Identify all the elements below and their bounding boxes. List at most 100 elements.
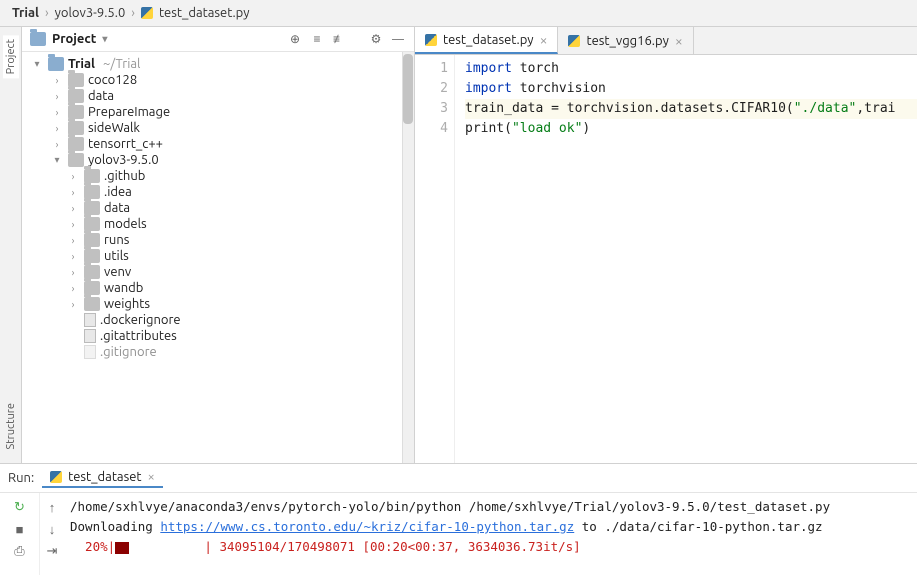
run-title: Run: xyxy=(8,471,34,485)
tree-item[interactable]: › utils xyxy=(22,248,414,264)
output-link[interactable]: https://www.cs.toronto.edu/~kriz/cifar-1… xyxy=(160,519,574,534)
tree-label: models xyxy=(104,217,147,231)
file-icon xyxy=(84,313,96,327)
run-tools: ↻ ■ ⎙ xyxy=(0,493,40,575)
run-output[interactable]: /home/sxhlvye/anaconda3/envs/pytorch-yol… xyxy=(64,493,917,575)
close-icon[interactable]: × xyxy=(675,33,683,49)
down-icon[interactable]: ↓ xyxy=(44,521,60,537)
run-tab[interactable]: test_dataset × xyxy=(42,468,163,488)
arrow-right-icon: › xyxy=(66,251,80,262)
code-editor[interactable]: 1 2 3 4 import torch import torchvision … xyxy=(415,55,917,463)
file-icon xyxy=(84,345,96,359)
tree-item[interactable]: ›wandb xyxy=(22,280,414,296)
tree-label: coco128 xyxy=(88,73,137,87)
arrow-right-icon: › xyxy=(50,91,64,102)
tree-item-expanded[interactable]: ▾yolov3-9.5.0 xyxy=(22,152,414,168)
tree-item[interactable]: › coco128 xyxy=(22,72,414,88)
folder-icon xyxy=(84,169,100,183)
arrow-right-icon: › xyxy=(66,219,80,230)
tree-file[interactable]: .gitattributes xyxy=(22,328,414,344)
tree-label: sideWalk xyxy=(88,121,140,135)
locate-icon[interactable]: ⊕ xyxy=(287,31,303,47)
stop-icon[interactable]: ■ xyxy=(12,521,28,537)
gear-icon[interactable]: ⚙ xyxy=(368,31,384,47)
tree-item[interactable]: › models xyxy=(22,216,414,232)
code-lines[interactable]: import torch import torchvision train_da… xyxy=(455,55,917,463)
tree-item[interactable]: ›sideWalk xyxy=(22,120,414,136)
tree-item[interactable]: › weights xyxy=(22,296,414,312)
crumb-file[interactable]: test_dataset.py xyxy=(159,6,250,20)
arrow-right-icon: › xyxy=(66,283,80,294)
hide-icon[interactable]: — xyxy=(390,31,406,47)
tree-root-path: ~/Trial xyxy=(103,57,140,71)
tree-item[interactable]: › .github xyxy=(22,168,414,184)
code-token: train_data = torchvision.datasets.CIFAR1… xyxy=(465,101,794,116)
folder-icon xyxy=(84,217,100,231)
softwrap-icon[interactable]: ⇥ xyxy=(44,543,60,559)
progress-bar xyxy=(115,542,129,554)
folder-icon xyxy=(48,57,64,71)
close-icon[interactable]: × xyxy=(148,470,155,484)
collapse-icon[interactable]: ≢ xyxy=(331,31,347,47)
arrow-right-icon: › xyxy=(50,107,64,118)
run-tabbar: Run: test_dataset × xyxy=(0,464,917,493)
tree-item[interactable]: ›tensorrt_c++ xyxy=(22,136,414,152)
rail-project-button[interactable]: Project xyxy=(3,35,19,78)
up-icon[interactable]: ↑ xyxy=(44,499,60,515)
chevron-down-icon: ▾ xyxy=(102,33,107,45)
tree-item[interactable]: ›data xyxy=(22,88,414,104)
tree-scrollbar[interactable] xyxy=(402,52,414,463)
breadcrumb: Trial › yolov3-9.5.0 › test_dataset.py xyxy=(0,0,917,27)
tree-item[interactable]: ›PrepareImage xyxy=(22,104,414,120)
rerun-icon[interactable]: ↻ xyxy=(12,499,28,515)
tree-label: .github xyxy=(104,169,145,183)
print-icon[interactable]: ⎙ xyxy=(12,543,28,559)
tree-item[interactable]: ›venv xyxy=(22,264,414,280)
tree-label: utils xyxy=(104,249,129,263)
run-tools-2: ↑ ↓ ⇥ xyxy=(40,493,64,575)
tree-label: data xyxy=(104,201,130,215)
crumb-mid[interactable]: yolov3-9.5.0 xyxy=(55,6,126,20)
crumb-sep-icon: › xyxy=(131,6,135,20)
folder-icon xyxy=(68,105,84,119)
editor-tabs: test_dataset.py × test_vgg16.py × xyxy=(415,27,917,55)
tree-label: .idea xyxy=(104,185,132,199)
project-title[interactable]: Project ▾ xyxy=(30,32,287,46)
tab-test-vgg16[interactable]: test_vgg16.py × xyxy=(558,27,693,54)
folder-icon xyxy=(84,249,100,263)
arrow-right-icon: › xyxy=(66,187,80,198)
line-number: 1 xyxy=(415,59,448,79)
crumb-root[interactable]: Trial xyxy=(12,6,39,20)
code-token: torchvision xyxy=(512,81,606,96)
tab-label: test_vgg16.py xyxy=(586,34,668,48)
tab-test-dataset[interactable]: test_dataset.py × xyxy=(415,27,558,54)
output-text: | xyxy=(129,539,219,554)
tree-file[interactable]: .gitignore xyxy=(22,344,414,360)
expand-icon[interactable]: ≡ xyxy=(309,31,325,47)
gutter: 1 2 3 4 xyxy=(415,55,455,463)
project-panel: Project ▾ ⊕ ≡ ≢ ⚙ — ▾ Trial ~/Trial › coc… xyxy=(22,27,415,463)
output-line: /home/sxhlvye/anaconda3/envs/pytorch-yol… xyxy=(70,497,911,517)
code-token: ) xyxy=(582,121,590,136)
tree-root[interactable]: ▾ Trial ~/Trial xyxy=(22,56,414,72)
arrow-right-icon: › xyxy=(50,75,64,86)
rail-structure-button[interactable]: Structure xyxy=(3,399,19,454)
tree-file[interactable]: .dockerignore xyxy=(22,312,414,328)
tree-item[interactable]: ›data xyxy=(22,200,414,216)
close-icon[interactable]: × xyxy=(540,32,548,48)
line-number: 3 xyxy=(415,99,448,119)
output-percent: 20%| xyxy=(70,539,115,554)
tree-label: runs xyxy=(104,233,129,247)
run-tab-label: test_dataset xyxy=(68,470,141,484)
arrow-right-icon: › xyxy=(66,299,80,310)
code-token: print( xyxy=(465,121,512,136)
project-icon xyxy=(30,32,46,46)
arrow-right-icon: › xyxy=(66,171,80,182)
tree-item[interactable]: › .idea xyxy=(22,184,414,200)
tree-item[interactable]: ›runs xyxy=(22,232,414,248)
line-number: 4 xyxy=(415,119,448,139)
python-file-icon xyxy=(568,35,580,47)
tree-label: weights xyxy=(104,297,150,311)
tree-root-label: Trial xyxy=(68,57,95,71)
folder-icon xyxy=(68,137,84,151)
